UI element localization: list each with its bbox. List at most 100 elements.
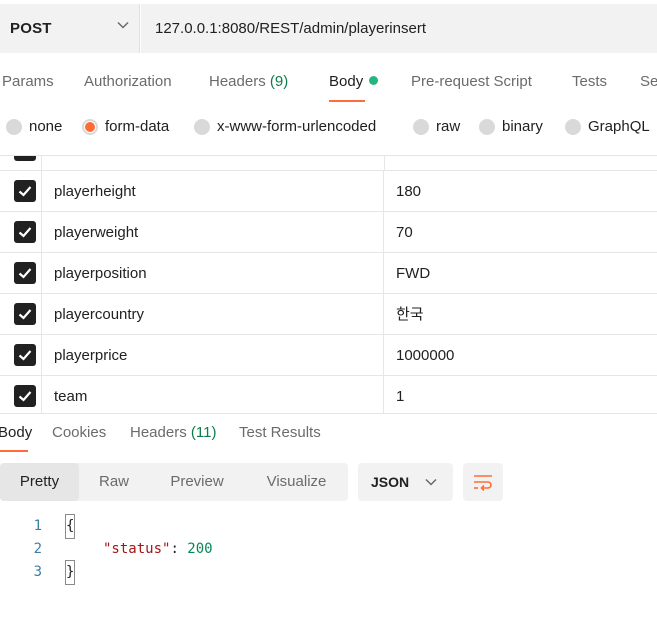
table-row: playerprice 1000000 [0,335,657,376]
chevron-down-icon [117,21,129,29]
request-url-bar: POST 127.0.0.1:8080/REST/admin/playerins… [0,4,657,53]
tab-label: Tests [572,73,608,90]
code-line: 2 "status": 200 [0,538,657,561]
tab-label: Params [2,73,54,90]
line-number: 1 [33,518,42,534]
body-indicator-dot [369,76,379,85]
code-text: "status": 200 [103,538,213,561]
url-input[interactable]: 127.0.0.1:8080/REST/admin/playerinsert [141,4,657,53]
json-separator: : [170,541,188,557]
tab-label: Pre-request Script [411,73,532,90]
checkbox-cell [0,376,42,413]
chevron-down-icon [425,478,437,486]
response-tabs: Body Cookies Headers (11) Test Results [0,418,657,452]
code-text: { [64,514,76,539]
code-text: } [64,560,76,585]
radio-graphql[interactable]: GraphQL [565,118,650,135]
param-key[interactable]: playercountry [42,294,384,335]
request-tabs: Params Authorization Headers (9) Body Pr… [0,64,657,102]
code-line: 3 } [0,560,657,585]
checkbox-checked-icon[interactable] [14,344,36,366]
tab-tests[interactable]: Tests [572,64,607,100]
view-preview[interactable]: Preview [149,463,245,501]
checkbox-cell [0,156,42,171]
tab-label: Headers [130,424,187,441]
radio-raw[interactable]: raw [413,118,460,135]
tab-label: Authorization [84,73,172,90]
tab-headers[interactable]: Headers (9) [209,64,288,100]
tab-label: Cookies [52,424,107,441]
method-select[interactable]: POST [0,4,140,53]
radio-form-data[interactable]: form-data [82,118,169,135]
radio-label: raw [436,118,461,135]
tab-authorization[interactable]: Authorization [84,64,172,100]
checkbox-cell [0,294,42,335]
headers-count: (9) [269,73,289,90]
code-line: 1 { [0,514,657,539]
response-tab-body[interactable]: Body [0,418,33,452]
table-row: team 1 [0,376,657,413]
radio-label: none [29,118,63,135]
view-pretty[interactable]: Pretty [0,463,79,501]
line-number: 3 [33,564,42,580]
param-key[interactable]: playerposition [42,253,384,294]
radio-icon [6,118,22,135]
radio-x-www-form-urlencoded[interactable]: x-www-form-urlencoded [194,118,376,135]
tab-params[interactable]: Params [2,64,54,100]
param-value[interactable]: 한국 [384,294,657,335]
table-row: playerposition FWD [0,253,657,294]
form-data-table: playerheight 180 playerweight 70 playerp… [0,155,657,413]
wrap-lines-button[interactable] [463,463,503,501]
table-row: playerheight 180 [0,171,657,212]
tab-label: Body [0,424,33,441]
checkbox-cell [0,212,42,253]
radio-label: x-www-form-urlencoded [217,118,377,135]
tab-label: Test Results [239,424,321,441]
param-key[interactable]: team [42,376,384,413]
tab-label: Se [640,73,657,90]
param-value[interactable]: 1000000 [384,335,657,376]
checkbox-checked-icon[interactable] [14,303,36,325]
table-row: playerweight 70 [0,212,657,253]
radio-none[interactable]: none [6,118,62,135]
table-row: playercountry 한국 [0,294,657,335]
radio-label: GraphQL [588,118,650,135]
response-tab-test-results[interactable]: Test Results [239,418,321,448]
view-raw[interactable]: Raw [79,463,149,501]
tab-pre-request-script[interactable]: Pre-request Script [411,64,532,100]
tab-label: Headers [209,73,266,90]
tab-settings[interactable]: Se [640,64,657,100]
param-value[interactable]: 180 [384,171,657,212]
line-number: 2 [33,541,42,557]
radio-icon [479,118,495,135]
tab-label: Body [329,73,364,90]
checkbox-checked-icon[interactable] [14,221,36,243]
radio-icon [413,118,429,135]
param-value[interactable]: 70 [384,212,657,253]
param-value[interactable]: 1 [384,376,657,413]
body-type-selector: none form-data x-www-form-urlencoded raw… [0,112,657,144]
radio-icon [565,118,581,135]
checkbox-checked-icon[interactable] [14,385,36,407]
view-visualize[interactable]: Visualize [245,463,348,501]
checkbox-checked-icon[interactable] [14,262,36,284]
column-divider [384,156,385,171]
table-row-partial [0,156,657,171]
response-tab-headers[interactable]: Headers (11) [130,418,216,448]
response-headers-count: (11) [190,424,217,441]
checkbox-checked-icon[interactable] [14,156,36,161]
response-body-editor[interactable]: 1 { 2 "status": 200 3 } [0,514,657,585]
radio-selected-icon [82,118,98,135]
param-key[interactable]: playerheight [42,171,384,212]
param-key[interactable]: playerprice [42,335,384,376]
radio-binary[interactable]: binary [479,118,543,135]
checkbox-checked-icon[interactable] [14,180,36,202]
wrap-lines-icon [474,475,492,491]
checkbox-cell [0,171,42,212]
view-mode-segmented-control: Pretty Raw Preview Visualize [0,463,348,501]
param-value[interactable]: FWD [384,253,657,294]
tab-body[interactable]: Body [329,64,379,102]
response-tab-cookies[interactable]: Cookies [52,418,106,448]
format-select[interactable]: JSON [358,463,453,501]
param-key[interactable]: playerweight [42,212,384,253]
